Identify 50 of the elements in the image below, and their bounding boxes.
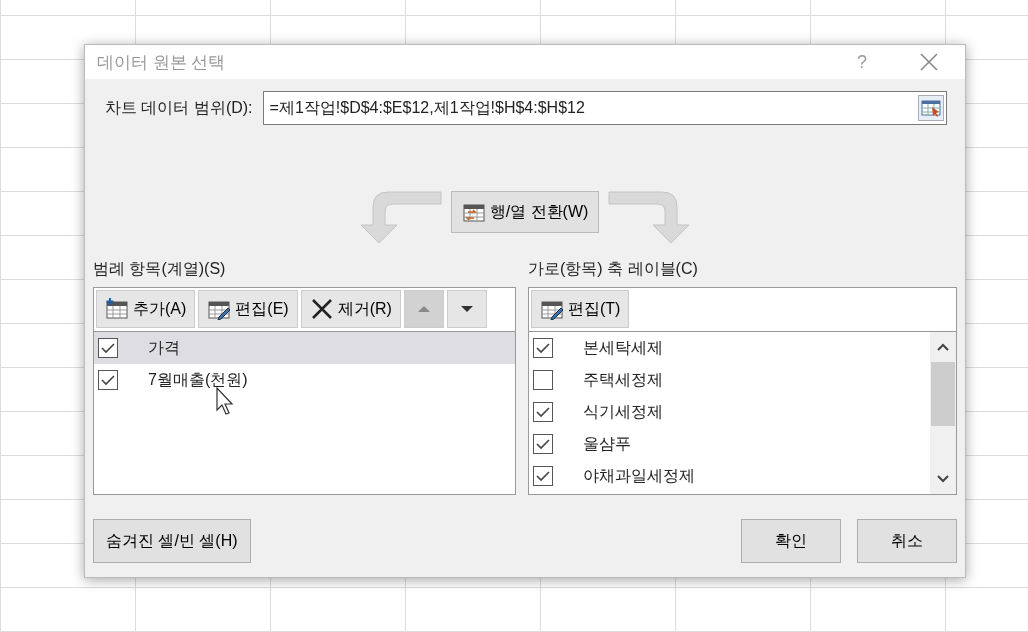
edit-button[interactable]: 편집(E) xyxy=(198,290,298,328)
item-label: 울샴푸 xyxy=(583,433,631,454)
down-triangle-icon xyxy=(460,306,473,312)
range-value: =제1작업!$D$4:$E$12,제1작업!$H$4:$H$12 xyxy=(269,97,586,118)
switch-row-column-button[interactable]: 행/열 전환(W) xyxy=(450,191,600,233)
window-title: 데이터 원본 선택 xyxy=(97,51,227,74)
checkbox[interactable] xyxy=(98,338,118,358)
table-swap-icon xyxy=(461,201,486,223)
checkbox[interactable] xyxy=(533,370,553,390)
item-label: 7월매출(천원) xyxy=(148,369,248,390)
scrollbar[interactable] xyxy=(930,332,956,494)
x-icon xyxy=(309,298,334,320)
checkbox[interactable] xyxy=(533,402,553,422)
list-item[interactable]: 야채과일세정제 xyxy=(529,460,930,492)
list-item[interactable]: 7월매출(천원) xyxy=(94,364,515,396)
list-item[interactable]: 가격 xyxy=(94,332,515,364)
item-label: 식기세정제 xyxy=(583,401,663,422)
cancel-button[interactable]: 취소 xyxy=(857,519,957,563)
item-label: 야채과일세정제 xyxy=(583,465,695,486)
move-down-button[interactable] xyxy=(446,290,487,328)
scroll-down-icon[interactable] xyxy=(936,474,950,484)
legend-entries-label: 범례 항목(계열)(S) xyxy=(93,259,227,279)
checkbox[interactable] xyxy=(98,370,118,390)
list-item[interactable]: 울샴푸 xyxy=(529,428,930,460)
table-edit-icon xyxy=(540,298,564,320)
hidden-empty-cells-button[interactable]: 숨겨진 셀/빈 셀(H) xyxy=(93,519,251,563)
close-icon[interactable] xyxy=(919,52,939,72)
mouse-pointer-icon xyxy=(216,387,236,417)
scroll-thumb[interactable] xyxy=(931,362,955,426)
item-label: 본세탁세제 xyxy=(583,337,663,358)
checkbox[interactable] xyxy=(533,466,553,486)
checkbox[interactable] xyxy=(533,338,553,358)
table-add-icon xyxy=(105,298,129,320)
range-picker-icon[interactable] xyxy=(918,95,944,121)
remove-button[interactable]: 제거(R) xyxy=(300,290,401,328)
axis-labels-label: 가로(항목) 축 레이블(C) xyxy=(528,259,699,279)
scroll-up-icon[interactable] xyxy=(936,342,950,352)
list-item[interactable]: 식기세정제 xyxy=(529,396,930,428)
checkbox[interactable] xyxy=(533,434,553,454)
add-button[interactable]: 추가(A) xyxy=(96,290,196,328)
up-triangle-icon xyxy=(417,306,430,312)
range-field[interactable]: =제1작업!$D$4:$E$12,제1작업!$H$4:$H$12 xyxy=(262,91,947,125)
ok-button[interactable]: 확인 xyxy=(741,519,841,563)
item-label: 가격 xyxy=(148,337,180,358)
list-item[interactable]: 주택세정제 xyxy=(529,364,930,396)
table-edit-icon xyxy=(207,298,232,320)
item-label: 주택세정제 xyxy=(583,369,663,390)
range-label: 차트 데이터 범위(D): xyxy=(105,97,253,118)
edit-button[interactable]: 편집(T) xyxy=(531,290,630,328)
list-item[interactable]: 본세탁세제 xyxy=(529,332,930,364)
